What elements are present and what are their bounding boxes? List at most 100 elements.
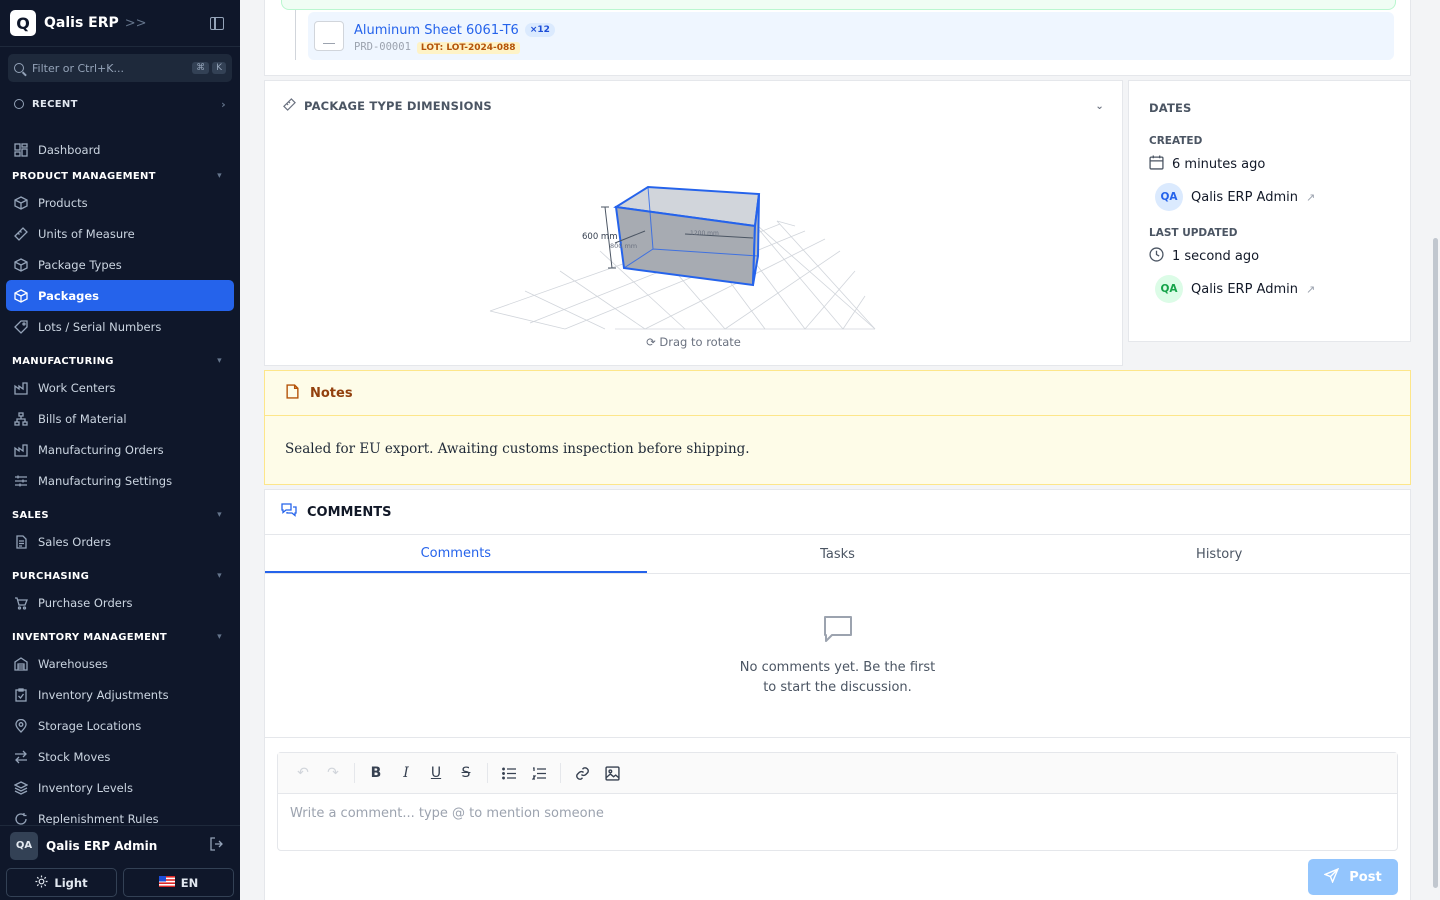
- sliders-icon: [14, 474, 28, 488]
- app-logo[interactable]: Q: [10, 10, 36, 36]
- external-link-icon[interactable]: ↗: [1306, 191, 1315, 204]
- link-icon[interactable]: [569, 760, 595, 786]
- sidebar-item-label: Inventory Adjustments: [38, 687, 169, 702]
- chevron-right-icon[interactable]: >>: [125, 16, 147, 31]
- italic-icon[interactable]: I: [393, 760, 419, 786]
- bold-icon[interactable]: B: [363, 760, 389, 786]
- sidebar-collapse-icon[interactable]: [210, 16, 224, 30]
- sidebar-item-dashboard[interactable]: Dashboard: [6, 134, 234, 165]
- 3d-box-viewer[interactable]: [265, 121, 1124, 331]
- send-icon: [1323, 867, 1340, 887]
- underline-icon[interactable]: U: [423, 760, 449, 786]
- kbd-k: K: [212, 62, 226, 74]
- numbered-list-icon[interactable]: [526, 760, 552, 786]
- sidebar-nav: Dashboard PRODUCT MANAGEMENT ▾ Products U…: [0, 134, 240, 834]
- comments-card: COMMENTS Comments Tasks History No comme…: [264, 489, 1411, 900]
- avatar: QA: [1155, 275, 1183, 303]
- bullet-list-icon[interactable]: [496, 760, 522, 786]
- sidebar-footer: QA Qalis ERP Admin Light EN: [0, 825, 240, 900]
- chevron-down-icon[interactable]: ⌄: [1095, 101, 1104, 112]
- notes-card: Notes Sealed for EU export. Awaiting cus…: [264, 370, 1411, 485]
- chevron-down-icon: ▾: [217, 356, 222, 366]
- sidebar-item-warehouses[interactable]: Warehouses: [6, 648, 234, 679]
- sidebar-item-sales-orders[interactable]: Sales Orders: [6, 526, 234, 557]
- empty-state-text: No comments yet. Be the first to start t…: [739, 659, 936, 695]
- tab-tasks[interactable]: Tasks: [647, 535, 1029, 573]
- sidebar-item-mfg-settings[interactable]: Manufacturing Settings: [6, 465, 234, 496]
- external-link-icon[interactable]: ↗: [1306, 283, 1315, 296]
- redo-icon[interactable]: ↷: [320, 760, 346, 786]
- us-flag-icon: [158, 875, 175, 890]
- sidebar-item-storage[interactable]: Storage Locations: [6, 710, 234, 741]
- chevron-down-icon: ▾: [217, 510, 222, 520]
- sidebar-item-packages[interactable]: Packages: [6, 280, 234, 311]
- section-label: SALES: [12, 509, 49, 521]
- updated-by-user[interactable]: QA Qalis ERP Admin ↗: [1155, 275, 1390, 303]
- dimensions-card: PACKAGE TYPE DIMENSIONS ⌄ 600 mm 800 mm …: [264, 80, 1123, 366]
- notes-title: Notes: [310, 385, 353, 401]
- package-box: [613, 185, 761, 287]
- user-name: Qalis ERP Admin: [46, 838, 158, 853]
- created-by-user[interactable]: QA Qalis ERP Admin ↗: [1155, 183, 1390, 211]
- sidebar-header: Q Qalis ERP >>: [0, 0, 240, 47]
- recent-section[interactable]: RECENT ›: [0, 88, 240, 120]
- sidebar-item-uom[interactable]: Units of Measure: [6, 218, 234, 249]
- cart-icon: [14, 596, 28, 610]
- sidebar-item-purchase-orders[interactable]: Purchase Orders: [6, 587, 234, 618]
- logout-icon[interactable]: [210, 836, 224, 855]
- sidebar-item-inv-adj[interactable]: Inventory Adjustments: [6, 679, 234, 710]
- language-button[interactable]: EN: [123, 868, 234, 897]
- clock-icon: [1149, 246, 1164, 266]
- section-sales[interactable]: SALES ▾: [0, 504, 240, 526]
- comments-tabs: Comments Tasks History: [265, 535, 1410, 574]
- section-product-management[interactable]: PRODUCT MANAGEMENT ▾: [0, 165, 240, 187]
- comments-title: COMMENTS: [307, 504, 392, 520]
- sidebar: Q Qalis ERP >> ⌘ K RECENT › Dashboard PR…: [0, 0, 240, 900]
- cube-icon: [14, 195, 28, 210]
- updated-by-name: Qalis ERP Admin: [1191, 281, 1298, 297]
- post-button[interactable]: Post: [1308, 859, 1398, 895]
- language-label: EN: [180, 875, 199, 890]
- comment-input[interactable]: Write a comment... type @ to mention som…: [278, 794, 1397, 833]
- notes-header: Notes: [265, 371, 1410, 416]
- sidebar-item-inv-levels[interactable]: Inventory Levels: [6, 772, 234, 803]
- document-icon: [14, 534, 28, 549]
- page-scrollbar[interactable]: [1430, 0, 1440, 900]
- sidebar-item-lots[interactable]: Lots / Serial Numbers: [6, 311, 234, 342]
- note-icon: [285, 383, 300, 403]
- search-box[interactable]: ⌘ K: [8, 54, 232, 82]
- app-name[interactable]: Qalis ERP: [44, 15, 119, 31]
- avatar: QA: [1155, 183, 1183, 211]
- scrollbar-thumb[interactable]: [1433, 238, 1438, 888]
- strikethrough-icon[interactable]: S: [453, 760, 479, 786]
- refresh-icon: [14, 812, 28, 826]
- sidebar-item-bom[interactable]: Bills of Material: [6, 403, 234, 434]
- warehouse-icon: [14, 656, 28, 671]
- sidebar-item-package-types[interactable]: Package Types: [6, 249, 234, 280]
- section-inventory[interactable]: INVENTORY MANAGEMENT ▾: [0, 626, 240, 648]
- section-purchasing[interactable]: PURCHASING ▾: [0, 565, 240, 587]
- section-manufacturing[interactable]: MANUFACTURING ▾: [0, 350, 240, 372]
- depth-dimension-label: 800 mm: [610, 242, 638, 250]
- tab-history[interactable]: History: [1028, 535, 1410, 573]
- ruler-icon: [14, 226, 28, 241]
- sidebar-item-label: Products: [38, 195, 88, 210]
- undo-icon[interactable]: ↶: [290, 760, 316, 786]
- sidebar-item-label: Package Types: [38, 257, 122, 272]
- product-name-link[interactable]: Aluminum Sheet 6061-T6: [354, 23, 519, 38]
- tab-comments[interactable]: Comments: [265, 535, 647, 573]
- section-label: PRODUCT MANAGEMENT: [12, 170, 156, 182]
- sidebar-item-mo[interactable]: Manufacturing Orders: [6, 434, 234, 465]
- toolbar-divider: [560, 763, 561, 783]
- package-product-row[interactable]: Aluminum Sheet 6061-T6 ×12 PRD-00001 LOT: …: [308, 12, 1394, 60]
- sidebar-item-products[interactable]: Products: [6, 187, 234, 218]
- image-icon[interactable]: [599, 760, 625, 786]
- theme-toggle-button[interactable]: Light: [6, 868, 117, 897]
- sun-icon: [35, 874, 48, 891]
- user-row[interactable]: QA Qalis ERP Admin: [0, 829, 240, 862]
- sidebar-item-stock-moves[interactable]: Stock Moves: [6, 741, 234, 772]
- sidebar-item-work-centers[interactable]: Work Centers: [6, 372, 234, 403]
- section-label: INVENTORY MANAGEMENT: [12, 631, 168, 643]
- search-input[interactable]: [32, 61, 190, 75]
